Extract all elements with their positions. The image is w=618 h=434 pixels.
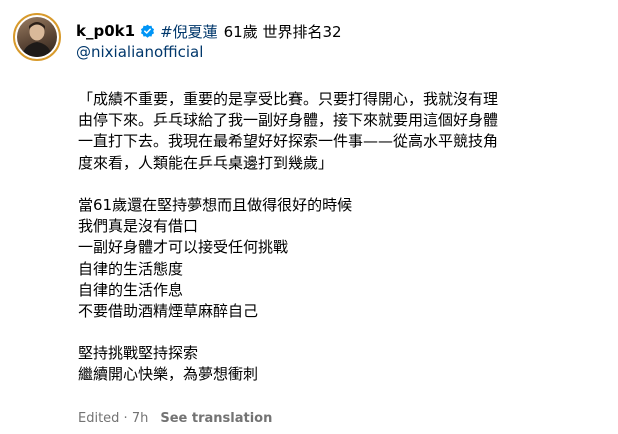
bio-text: 61歲 世界排名32 — [223, 22, 342, 41]
caption-line: 一副好身體才可以接受任何挑戰 — [78, 238, 289, 257]
caption-line: 我們真是沒有借口 — [78, 217, 199, 236]
person-silhouette-icon — [22, 22, 52, 57]
caption-line: 「成績不重要，重要的是享受比賽。只要打得開心，我就沒有理 — [78, 90, 499, 108]
avatar[interactable] — [13, 13, 61, 61]
post-meta: Edited · 7h See translation — [78, 411, 272, 426]
caption-blank-line — [78, 174, 598, 195]
caption-blank-line — [78, 322, 598, 343]
caption-line: 不要借助酒精煙草麻醉自己 — [78, 301, 259, 320]
see-translation-button[interactable]: See translation — [160, 411, 272, 426]
edited-timestamp: Edited · 7h — [78, 411, 149, 426]
caption-line: 自律的生活態度 — [78, 259, 184, 278]
caption-line: 一直打下去。我現在最希望好好探索一件事——從高水平競技角 — [78, 132, 499, 151]
caption-line: 度來看，人類能在乒乓桌邊打到幾歲」 — [78, 153, 334, 172]
post-header: k_p0k1 #倪夏蓮 61歲 世界排名32 — [76, 20, 342, 42]
caption-text: 「成績不重要，重要的是享受比賽。只要打得開心，我就沒有理 由停下來。乒乓球給了我… — [78, 89, 598, 386]
caption-line: 繼續開心快樂，為夢想衝刺 — [78, 365, 259, 384]
caption-line: 由停下來。乒乓球給了我一副好身體，接下來就要用這個好身體 — [78, 111, 499, 130]
caption-line: 當61歲還在堅持夢想而且做得很好的時候 — [78, 195, 353, 214]
hashtag-link[interactable]: #倪夏蓮 — [160, 21, 218, 42]
caption-line: 堅持挑戰堅持探索 — [78, 344, 199, 363]
username-link[interactable]: k_p0k1 — [76, 22, 135, 40]
avatar-photo — [17, 17, 57, 57]
caption-line: 自律的生活作息 — [78, 280, 184, 299]
mention-link[interactable]: @nixialianofficial — [76, 43, 203, 61]
verified-badge-icon — [140, 24, 155, 39]
